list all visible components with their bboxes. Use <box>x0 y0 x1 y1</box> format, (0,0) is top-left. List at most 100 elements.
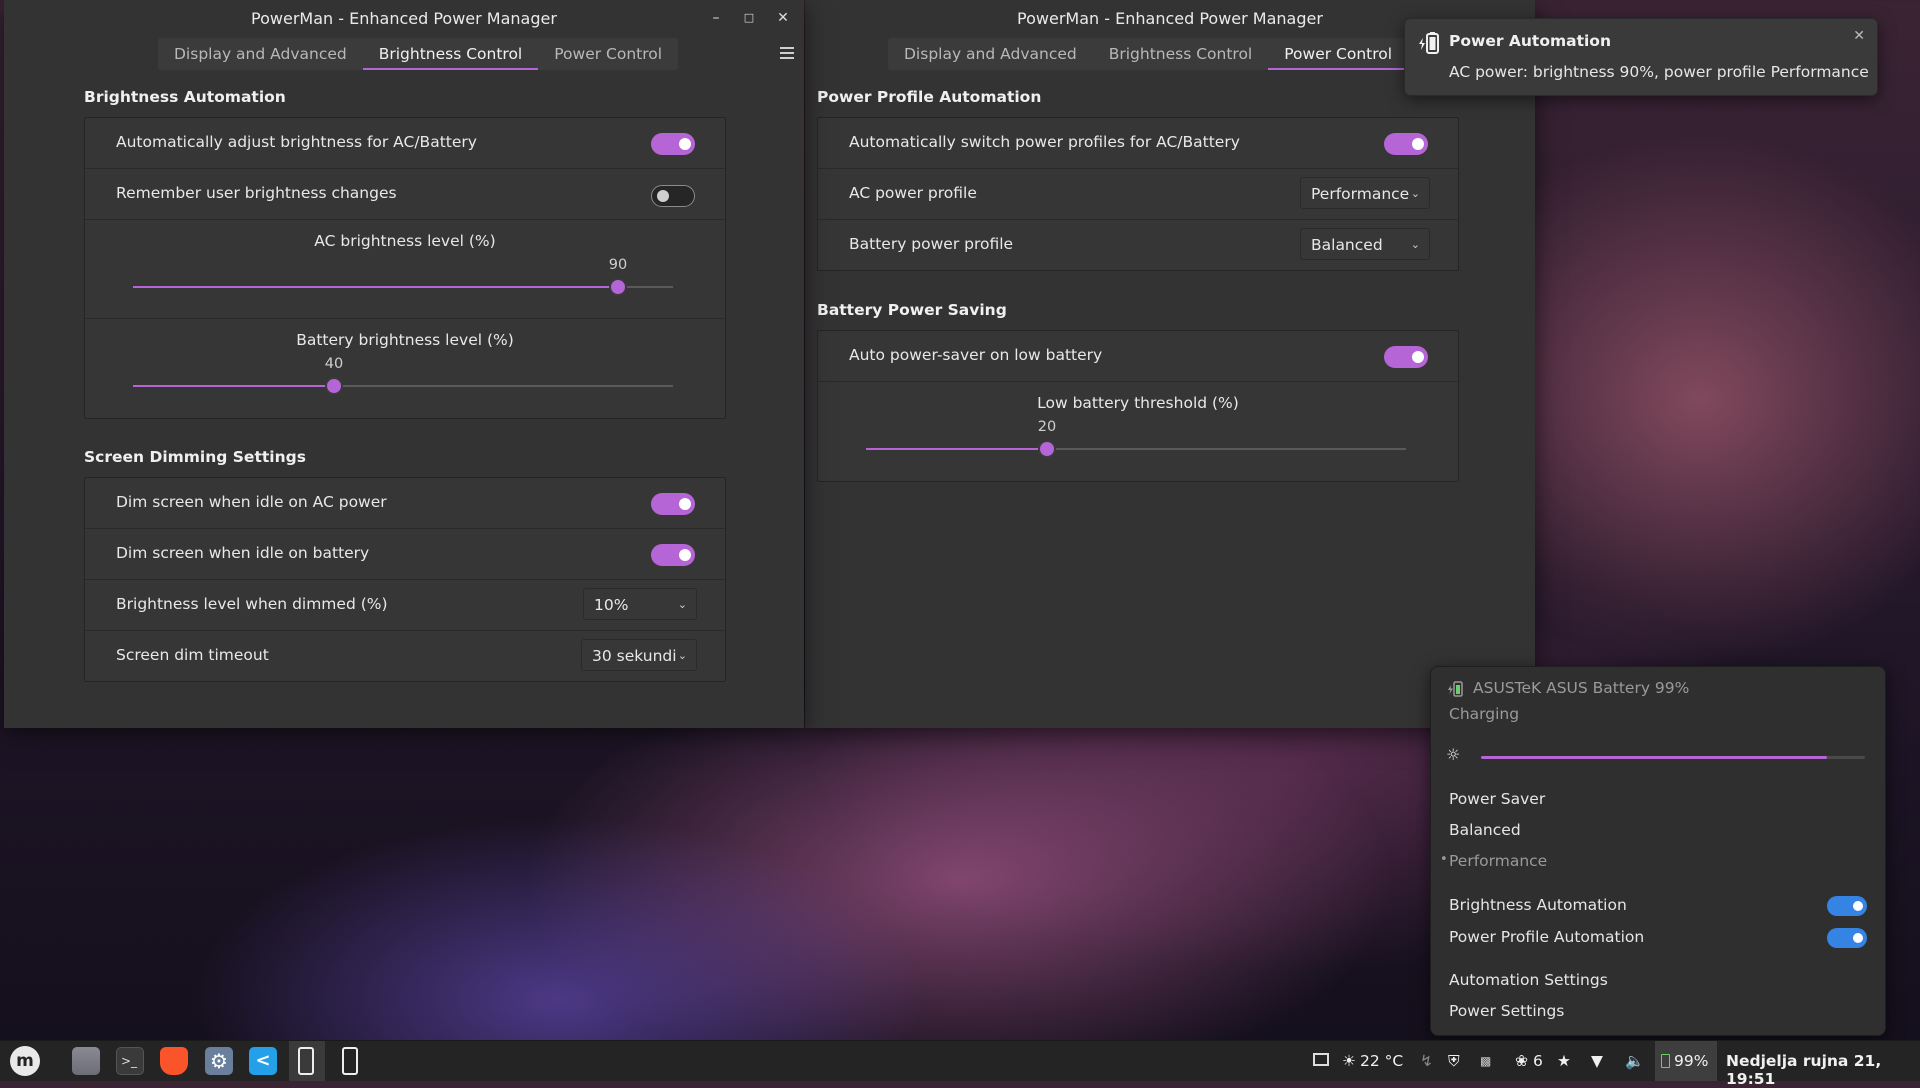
notification-popup[interactable]: Power Automation AC power: brightness 90… <box>1404 18 1878 96</box>
dim-ac-row: Dim screen when idle on AC power <box>85 478 725 529</box>
profile-automation-label: Power Profile Automation <box>1449 928 1645 946</box>
tab-brightness-control[interactable]: Brightness Control <box>362 38 539 70</box>
dim-timeout-label: Screen dim timeout <box>116 646 269 664</box>
battery-brightness-handle[interactable] <box>327 379 341 393</box>
dim-battery-row: Dim screen when idle on battery <box>85 529 725 580</box>
screen-dimming-card: Dim screen when idle on AC power Dim scr… <box>84 477 726 682</box>
profile-automation-toggle[interactable] <box>1827 928 1867 948</box>
bluetooth-icon[interactable]: ↯ <box>1420 1052 1433 1070</box>
battery-profile-row: Battery power profile Balanced ⌄ <box>818 220 1458 270</box>
battery-status: Charging <box>1449 705 1520 723</box>
battery-brightness-label: Battery brightness level (%) <box>296 331 514 349</box>
star-icon[interactable]: ★ <box>1557 1052 1571 1070</box>
profile-performance[interactable]: Performance <box>1449 852 1547 870</box>
vscode-icon[interactable]: < <box>249 1047 277 1075</box>
auto-saver-row: Auto power-saver on low battery <box>818 331 1458 382</box>
brightness-automation-toggle[interactable] <box>1827 896 1867 916</box>
dim-timeout-dropdown[interactable]: 30 sekundi ⌄ <box>581 639 697 671</box>
battery-name: ASUSTeK ASUS Battery 99% <box>1473 679 1690 697</box>
powerman-window-brightness: PowerMan - Enhanced Power Manager – □ ✕ … <box>4 0 804 728</box>
dim-level-value: 10% <box>594 596 629 614</box>
settings-icon[interactable]: ⚙ <box>205 1047 233 1075</box>
remember-changes-row: Remember user brightness changes <box>85 169 725 220</box>
brave-browser-icon[interactable] <box>160 1047 188 1075</box>
auto-switch-toggle[interactable] <box>1384 133 1428 155</box>
clock[interactable]: Nedjelja rujna 21, 19:51 <box>1726 1052 1920 1088</box>
dim-level-label: Brightness level when dimmed (%) <box>116 595 388 613</box>
tab-power-control[interactable]: Power Control <box>1268 38 1408 70</box>
tab-display-advanced[interactable]: Display and Advanced <box>888 38 1093 70</box>
close-icon[interactable]: ✕ <box>774 9 792 27</box>
terminal-icon[interactable]: >_ <box>116 1047 144 1075</box>
notification-body: AC power: brightness 90%, power profile … <box>1449 63 1869 81</box>
dim-level-dropdown[interactable]: 10% ⌄ <box>583 588 697 620</box>
titlebar[interactable]: PowerMan - Enhanced Power Manager – □ ✕ <box>4 0 804 38</box>
threshold-label: Low battery threshold (%) <box>1037 394 1239 412</box>
auto-switch-row: Automatically switch power profiles for … <box>818 118 1458 169</box>
dim-battery-toggle[interactable] <box>651 544 695 566</box>
powerman-window-power: PowerMan - Enhanced Power Manager Displa… <box>805 0 1535 728</box>
ac-brightness-fill <box>133 286 618 288</box>
remember-changes-toggle[interactable] <box>651 185 695 207</box>
section-title-battery-saving: Battery Power Saving <box>817 301 1007 319</box>
battery-brightness-slider[interactable] <box>133 379 673 393</box>
battery-charging-icon <box>1448 681 1463 697</box>
active-profile-marker: • <box>1440 852 1448 867</box>
close-icon[interactable]: ✕ <box>1853 28 1865 44</box>
file-manager-icon[interactable] <box>72 1047 100 1075</box>
auto-saver-toggle[interactable] <box>1384 346 1428 368</box>
dim-timeout-row: Screen dim timeout 30 sekundi ⌄ <box>85 631 725 681</box>
profile-balanced[interactable]: Balanced <box>1449 821 1521 839</box>
power-applet-popup: ASUSTeK ASUS Battery 99% Charging ☼ Powe… <box>1430 666 1886 1036</box>
battery-saving-card: Auto power-saver on low battery Low batt… <box>817 330 1459 482</box>
screenshot-icon[interactable] <box>1313 1053 1329 1066</box>
auto-adjust-toggle[interactable] <box>651 133 695 155</box>
battery-brightness-value: 40 <box>324 356 344 372</box>
chevron-down-icon: ⌄ <box>677 598 687 611</box>
threshold-slider-row: Low battery threshold (%) 20 <box>818 382 1458 480</box>
battery-app-icon[interactable] <box>298 1047 314 1075</box>
power-settings-item[interactable]: Power Settings <box>1449 1002 1564 1020</box>
hamburger-menu-icon[interactable] <box>780 47 794 59</box>
tab-power-control[interactable]: Power Control <box>538 38 678 70</box>
ac-profile-dropdown[interactable]: Performance ⌄ <box>1300 177 1430 209</box>
brightness-slider[interactable] <box>1481 756 1865 759</box>
ac-brightness-handle[interactable] <box>611 280 625 294</box>
ac-brightness-value: 90 <box>608 257 628 273</box>
tab-brightness-control[interactable]: Brightness Control <box>1093 38 1269 70</box>
battery-tray-highlight[interactable]: 99% <box>1655 1041 1717 1081</box>
battery-app-icon[interactable] <box>342 1047 358 1075</box>
battery-profile-label: Battery power profile <box>849 235 1014 253</box>
power-profile-card: Automatically switch power profiles for … <box>817 117 1459 271</box>
brightness-automation-label: Brightness Automation <box>1449 896 1627 914</box>
battery-brightness-row: Battery brightness level (%) 40 <box>85 319 725 417</box>
chevron-down-icon: ⌄ <box>1410 187 1420 200</box>
battery-brightness-fill <box>133 385 334 387</box>
auto-saver-label: Auto power-saver on low battery <box>849 346 1103 364</box>
minimize-icon[interactable]: – <box>707 9 725 27</box>
automation-settings-item[interactable]: Automation Settings <box>1449 971 1608 989</box>
volume-icon[interactable]: 🔈 <box>1625 1052 1644 1070</box>
mint-menu-icon[interactable]: m <box>10 1046 40 1076</box>
temperature[interactable]: 22 °C <box>1360 1052 1403 1070</box>
notification-title: Power Automation <box>1449 32 1611 50</box>
threshold-slider-handle[interactable] <box>1040 442 1054 456</box>
tab-display-advanced[interactable]: Display and Advanced <box>158 38 363 70</box>
chevron-down-icon: ⌄ <box>1410 238 1420 251</box>
ac-profile-label: AC power profile <box>849 184 977 202</box>
gpu-icon[interactable]: ▩ <box>1480 1054 1491 1068</box>
profile-power-saver[interactable]: Power Saver <box>1449 790 1545 808</box>
dim-ac-toggle[interactable] <box>651 493 695 515</box>
battery-profile-value: Balanced <box>1311 236 1383 254</box>
ac-profile-value: Performance <box>1311 185 1410 203</box>
shield-icon[interactable]: ⛨ <box>1448 1052 1460 1071</box>
brightness-icon: ☼ <box>1446 745 1461 764</box>
maximize-icon[interactable]: □ <box>740 9 758 27</box>
notifications-icon[interactable]: ❀ <box>1515 1052 1528 1070</box>
threshold-slider[interactable] <box>866 442 1406 456</box>
wifi-icon[interactable]: ▼ <box>1591 1052 1603 1070</box>
brightness-automation-card: Automatically adjust brightness for AC/B… <box>84 117 726 419</box>
taskbar: m >_ ⚙ < ☀ 22 °C ↯ ⛨ ▩ ❀ 6 ★ ▼ 🔈 99% Ned… <box>0 1040 1920 1088</box>
battery-profile-dropdown[interactable]: Balanced ⌄ <box>1300 228 1430 260</box>
ac-brightness-slider[interactable] <box>133 280 673 294</box>
